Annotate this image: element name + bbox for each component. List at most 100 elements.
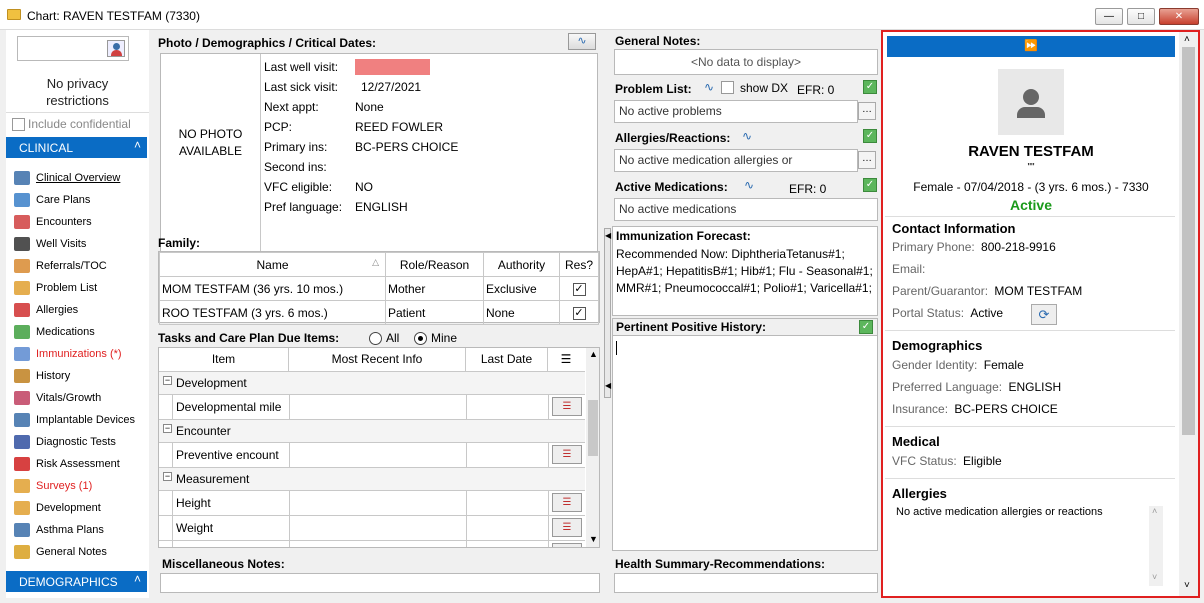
task-action-button[interactable]: ☰ xyxy=(552,493,582,512)
general-notes-box: <No data to display> xyxy=(614,49,878,75)
nav-item-clinical-overview[interactable]: Clinical Overview xyxy=(14,167,154,189)
collapse-group-icon[interactable]: − xyxy=(163,424,172,433)
task-action-button[interactable]: ☰ xyxy=(552,397,582,416)
portal-refresh-button[interactable]: ⟳ xyxy=(1031,304,1057,325)
allergies-review-icon[interactable]: ✓ xyxy=(863,129,877,143)
col-res[interactable]: Res? xyxy=(559,252,599,277)
nav-icon xyxy=(14,347,30,361)
header-checklist-icon[interactable]: ☰ xyxy=(548,348,584,371)
pph-review-icon[interactable]: ✓ xyxy=(859,320,873,334)
family-heading: Family: xyxy=(158,236,201,250)
tasks-heading: Tasks and Care Plan Due Items: xyxy=(158,331,340,345)
allergies-more-button[interactable]: … xyxy=(858,151,876,169)
res-checkbox[interactable]: ✓ xyxy=(559,276,599,301)
task-row[interactable]: Preventive encount ☰ xyxy=(159,443,585,468)
col-authority[interactable]: Authority xyxy=(483,252,560,277)
title-bar: Chart: RAVEN TESTFAM (7330) — □ ✕ xyxy=(0,0,1204,30)
panel-splitter[interactable]: ◀ ◀ xyxy=(604,228,611,398)
health-summary-field[interactable] xyxy=(614,573,878,593)
nav-item-encounters[interactable]: Encounters xyxy=(14,211,154,233)
nav-item-asthma-plans[interactable]: Asthma Plans xyxy=(14,519,154,541)
no-photo-placeholder: NO PHOTO AVAILABLE xyxy=(161,54,261,257)
nav-item-care-plans[interactable]: Care Plans xyxy=(14,189,154,211)
problem-list-link-icon[interactable]: ∿ xyxy=(704,80,714,94)
allergies-panel-heading: Allergies xyxy=(892,486,947,501)
collapse-group-icon[interactable]: − xyxy=(163,472,172,481)
nav-icon xyxy=(14,479,30,493)
nav-icon xyxy=(14,215,30,229)
task-row[interactable]: Weight ☰ xyxy=(159,516,585,541)
col-last-date[interactable]: Last Date xyxy=(466,348,548,371)
nav-item-vitals-growth[interactable]: Vitals/Growth xyxy=(14,387,154,409)
collapse-icon[interactable]: ˄ xyxy=(134,572,141,586)
nav-item-medications[interactable]: Medications xyxy=(14,321,154,343)
problem-list-more-button[interactable]: … xyxy=(858,102,876,120)
problem-efr: EFR: 0 xyxy=(797,83,835,97)
col-item[interactable]: Item xyxy=(159,348,289,371)
demo-row: Pref language: ENGLISH xyxy=(264,200,408,214)
collapse-panel-bar[interactable]: ⏩ xyxy=(887,36,1175,57)
minimize-button[interactable]: — xyxy=(1095,8,1123,25)
nav-item-problem-list[interactable]: Problem List xyxy=(14,277,154,299)
res-checkbox[interactable]: ✓ xyxy=(559,300,599,325)
collapse-group-icon[interactable]: − xyxy=(163,376,172,385)
close-button[interactable]: ✕ xyxy=(1159,8,1199,25)
task-group-header[interactable]: − Development xyxy=(159,372,585,395)
medications-heading: Active Medications: xyxy=(615,180,728,194)
demo-row: VFC eligible: NO xyxy=(264,180,373,194)
nav-item-surveys-1[interactable]: Surveys (1) xyxy=(14,475,154,497)
nav-item-general-notes[interactable]: General Notes xyxy=(14,541,154,563)
medications-review-icon[interactable]: ✓ xyxy=(863,178,877,192)
allergies-panel-scrollbar[interactable]: ˄ ˅ xyxy=(1149,506,1163,586)
demographics-section-header[interactable]: DEMOGRAPHICS ˄ xyxy=(6,571,147,592)
nav-item-risk-assessment[interactable]: Risk Assessment xyxy=(14,453,154,475)
family-row[interactable]: MOM TESTFAM (36 yrs. 10 mos.) Mother Exclu… xyxy=(159,276,599,301)
col-role[interactable]: Role/Reason xyxy=(385,252,484,277)
task-group-header[interactable]: − Encounter xyxy=(159,420,585,443)
nav-icon xyxy=(14,435,30,449)
filter-all-radio[interactable]: All xyxy=(369,331,399,345)
nav-item-diagnostic-tests[interactable]: Diagnostic Tests xyxy=(14,431,154,453)
task-row[interactable]: Height ☰ xyxy=(159,491,585,516)
clinical-section-header[interactable]: CLINICAL ˄ xyxy=(6,137,147,158)
nav-icon xyxy=(14,325,30,339)
col-name[interactable]: Name △ xyxy=(159,252,386,277)
task-action-button[interactable]: ☰ xyxy=(552,445,582,464)
filter-mine-radio[interactable]: Mine xyxy=(414,331,457,345)
patient-search-input[interactable] xyxy=(17,36,129,61)
nav-item-referrals-toc[interactable]: Referrals/TOC xyxy=(14,255,154,277)
patient-summary-panel: ⏩ RAVEN TESTFAM "" Female - 07/04/2018 -… xyxy=(881,30,1200,598)
demo-row: Last sick visit: 12/27/2021 xyxy=(264,80,422,94)
col-recent-info[interactable]: Most Recent Info xyxy=(289,348,466,371)
pph-text-area[interactable] xyxy=(616,341,617,355)
nav-item-well-visits[interactable]: Well Visits xyxy=(14,233,154,255)
task-group-header[interactable]: − Measurement xyxy=(159,468,585,491)
nav-item-implantable-devices[interactable]: Implantable Devices xyxy=(14,409,154,431)
task-action-button[interactable]: ☰ xyxy=(552,543,582,547)
nav-item-allergies[interactable]: Allergies xyxy=(14,299,154,321)
allergies-link-icon[interactable]: ∿ xyxy=(742,129,752,143)
maximize-button[interactable]: □ xyxy=(1127,8,1155,25)
tasks-scrollbar[interactable]: ▲ ▼ xyxy=(586,348,599,547)
show-dx-checkbox[interactable] xyxy=(721,81,734,94)
clinical-summary-panel: General Notes: <No data to display> Prob… xyxy=(612,30,880,598)
task-row[interactable]: Developmental mile ☰ xyxy=(159,395,585,420)
family-row[interactable]: ROO TESTFAM (3 yrs. 6 mos.) Patient None ✓ xyxy=(159,300,599,325)
panel-scrollbar[interactable]: ˄ ˅ xyxy=(1179,32,1198,596)
photo-refresh-button[interactable]: ∿ xyxy=(568,33,596,50)
task-row[interactable]: Most recent BMI☰ xyxy=(159,541,585,547)
photo-demographics-box: NO PHOTO AVAILABLE Last well visit: Last … xyxy=(160,53,598,258)
problem-list-review-icon[interactable]: ✓ xyxy=(863,80,877,94)
include-confidential-checkbox[interactable]: Include confidential xyxy=(12,117,131,131)
include-confidential-box[interactable] xyxy=(12,117,25,131)
pph-box: Pertinent Positive History: ✓ xyxy=(612,318,878,551)
nav-item-development[interactable]: Development xyxy=(14,497,154,519)
task-action-button[interactable]: ☰ xyxy=(552,518,582,537)
nav-item-history[interactable]: History xyxy=(14,365,154,387)
nav-item-immunizations[interactable]: Immunizations (*) xyxy=(14,343,154,365)
patient-lookup-icon[interactable] xyxy=(107,40,125,57)
medications-link-icon[interactable]: ∿ xyxy=(744,178,754,192)
misc-notes-field[interactable] xyxy=(160,573,600,593)
collapse-icon[interactable]: ˄ xyxy=(134,138,141,152)
demo-row: Next appt: None xyxy=(264,100,384,114)
